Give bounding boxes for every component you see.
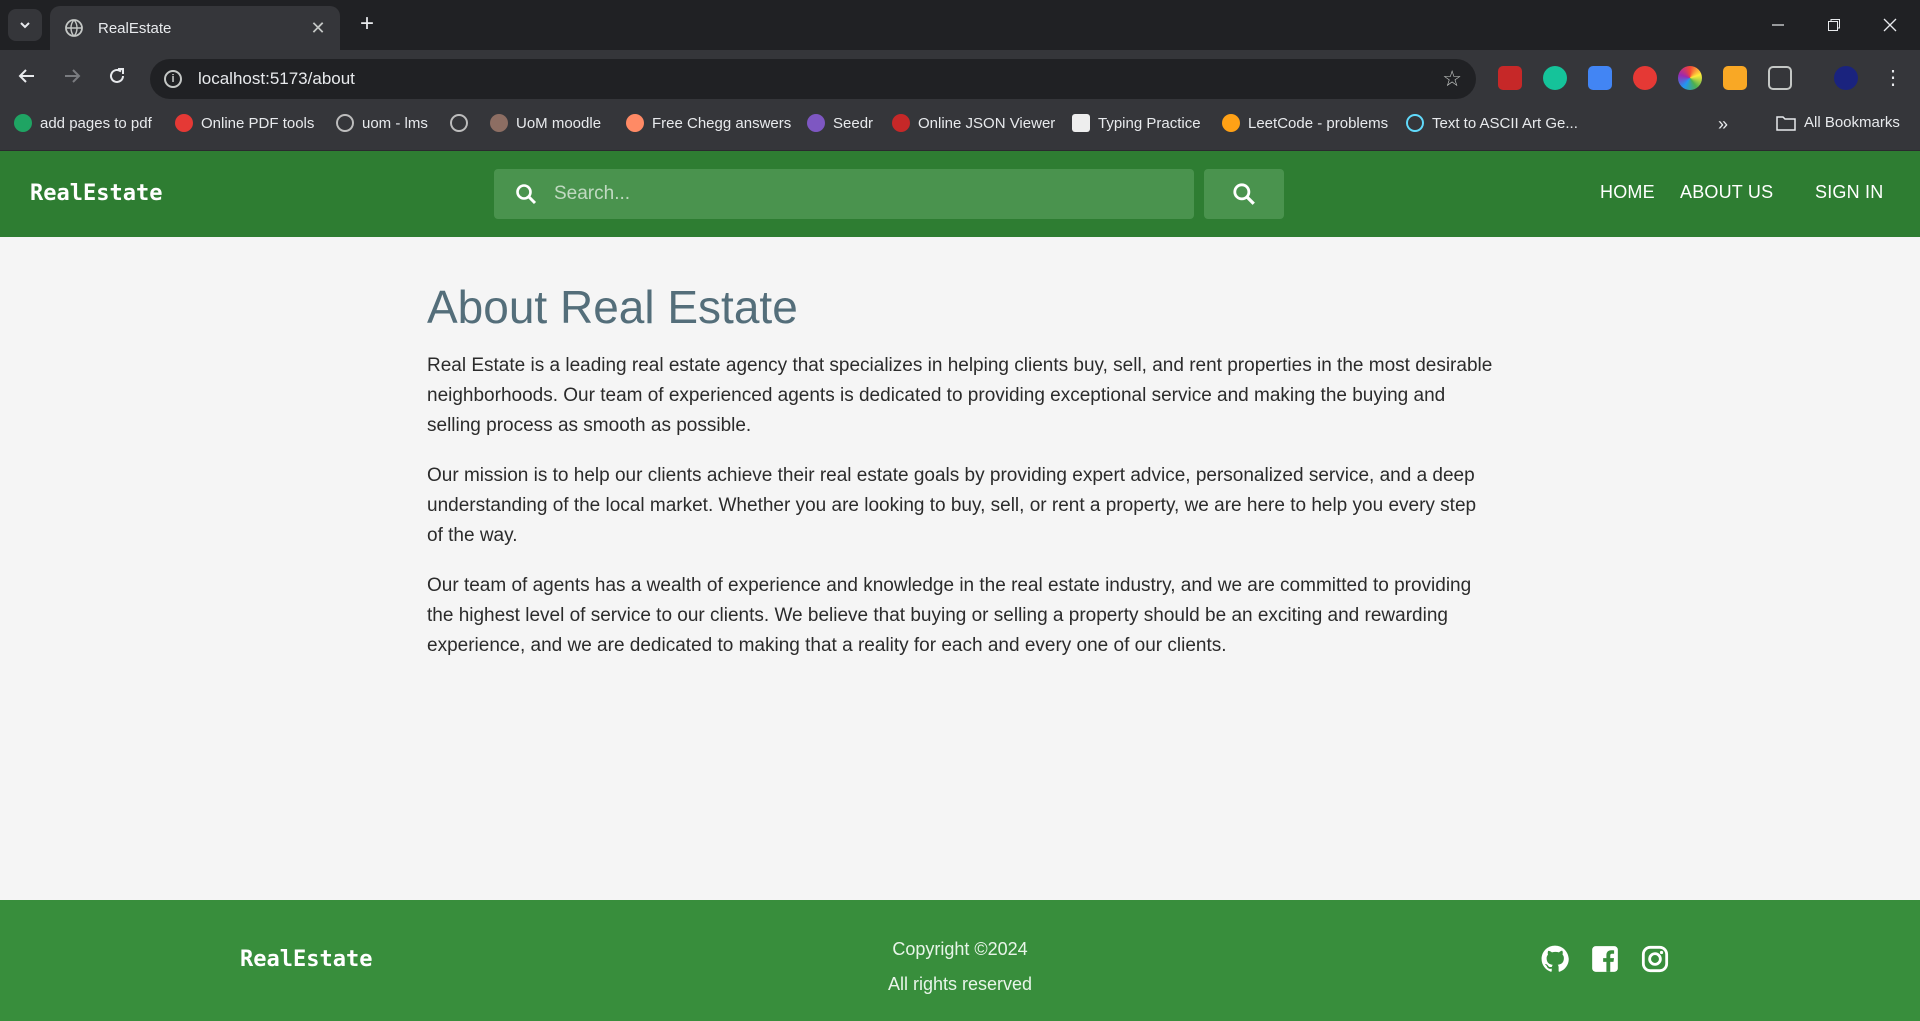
search-field[interactable] (494, 169, 1194, 219)
close-icon (1883, 18, 1897, 32)
forward-button[interactable] (57, 61, 87, 91)
bookmark-item[interactable]: LeetCode - problems (1222, 114, 1388, 132)
chevron-down-icon (20, 22, 30, 29)
nav-signin-link[interactable]: SIGN IN (1815, 182, 1883, 203)
globe-icon (450, 114, 468, 132)
facebook-icon[interactable] (1591, 945, 1619, 973)
s-circle-icon (14, 114, 32, 132)
browser-menu-icon[interactable]: ⋮ (1881, 66, 1905, 90)
back-button[interactable] (12, 61, 42, 91)
bookmark-item[interactable]: Typing Practice (1072, 114, 1201, 132)
bookmark-item[interactable]: Seedr (807, 114, 873, 132)
folder-icon (1776, 115, 1796, 131)
bookmarks-overflow-button[interactable]: » (1718, 114, 1728, 135)
extensions-puzzle-icon[interactable] (1768, 66, 1792, 90)
search-input[interactable] (554, 183, 1154, 205)
all-bookmarks-button[interactable]: All Bookmarks (1776, 114, 1900, 131)
footer-copyright: Copyright ©2024 All rights reserved (860, 932, 1060, 1002)
browser-tab-active[interactable]: RealEstate ✕ (50, 6, 340, 50)
globe-icon (65, 19, 83, 37)
team-paragraph: Our team of agents has a wealth of exper… (427, 575, 1472, 656)
restore-icon (1828, 19, 1840, 31)
json-icon (892, 114, 910, 132)
footer-logo[interactable]: RealEstate (240, 947, 372, 972)
bookmark-item[interactable]: add pages to pdf (14, 114, 152, 132)
bookmark-item[interactable] (450, 114, 476, 132)
back-arrow-icon (18, 69, 34, 83)
minimize-button[interactable] (1750, 0, 1806, 50)
extension-translate-icon[interactable] (1588, 66, 1612, 90)
react-icon (1406, 114, 1424, 132)
globe-icon (336, 114, 354, 132)
address-bar[interactable]: i localhost:5173/about ☆ (150, 59, 1476, 99)
extension-highlighter-icon[interactable] (1723, 66, 1747, 90)
bookmark-item[interactable]: uom - lms (336, 114, 428, 132)
restore-button[interactable] (1806, 0, 1862, 50)
extension-color-picker-icon[interactable] (1678, 66, 1702, 90)
page-title: About Real Estate (427, 281, 798, 333)
extension-lastpass-icon[interactable] (1498, 66, 1522, 90)
tab-search-button[interactable] (8, 9, 42, 41)
heart-icon (175, 114, 193, 132)
about-section: About Real Estate Real Estate is a leadi… (427, 280, 1497, 681)
reload-button[interactable] (102, 61, 132, 91)
instagram-icon[interactable] (1641, 945, 1669, 973)
bookmark-item[interactable]: UoM moodle (490, 114, 601, 132)
tab-close-icon[interactable]: ✕ (308, 18, 328, 39)
site-footer: RealEstate Copyright ©2024 All rights re… (0, 900, 1920, 1021)
extension-grammarly-icon[interactable] (1543, 66, 1567, 90)
bookmark-item[interactable]: Online JSON Viewer (892, 114, 1055, 132)
search-icon (1233, 183, 1255, 205)
profile-avatar[interactable] (1834, 66, 1858, 90)
bookmark-star-icon[interactable]: ☆ (1442, 66, 1462, 92)
extension-adblock-icon[interactable] (1633, 66, 1657, 90)
browser-tab-bar: RealEstate ✕ + (0, 0, 1920, 50)
reload-icon (110, 68, 124, 83)
books-icon (626, 114, 644, 132)
url-text: localhost:5173/about (198, 69, 355, 88)
forward-arrow-icon (65, 69, 81, 83)
seed-icon (807, 114, 825, 132)
site-header: RealEstate HOME ABOUT US SIGN IN (0, 151, 1920, 237)
site-logo[interactable]: RealEstate (30, 181, 162, 206)
new-tab-button[interactable]: + (352, 10, 382, 40)
site-info-icon[interactable]: i (164, 70, 182, 88)
close-window-button[interactable] (1862, 0, 1918, 50)
copyright-text: Copyright ©2024 (892, 939, 1028, 959)
keyboard-icon (1072, 114, 1090, 132)
bookmark-item[interactable]: Online PDF tools (175, 114, 314, 132)
rights-text: All rights reserved (887, 974, 1033, 994)
bookmark-item[interactable]: Text to ASCII Art Ge... (1406, 114, 1578, 132)
search-icon (516, 184, 537, 205)
nav-home-link[interactable]: HOME (1600, 182, 1655, 203)
bookmarks-bar: add pages to pdf Online PDF tools uom - … (0, 100, 1920, 151)
github-icon[interactable] (1541, 945, 1569, 973)
minimize-icon (1772, 24, 1784, 26)
bookmark-item[interactable]: Free Chegg answers (626, 114, 791, 132)
leetcode-icon (1222, 114, 1240, 132)
tab-title: RealEstate (98, 19, 172, 37)
search-button[interactable] (1204, 169, 1284, 219)
moodle-icon (490, 114, 508, 132)
nav-about-link[interactable]: ABOUT US (1680, 182, 1773, 203)
about-paragraph: Real Estate is a leading real estate age… (427, 355, 1493, 436)
mission-paragraph: Our mission is to help our clients achie… (427, 465, 1477, 546)
